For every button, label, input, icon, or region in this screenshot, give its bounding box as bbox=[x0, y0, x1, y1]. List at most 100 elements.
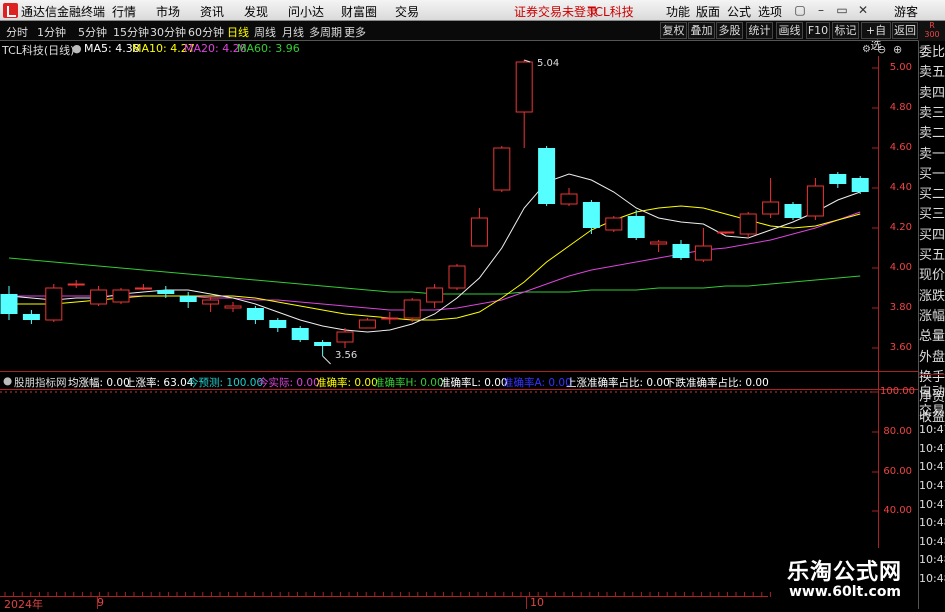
side-bottom-label[interactable]: 10:47 bbox=[919, 439, 945, 459]
candle-body bbox=[851, 178, 869, 192]
ind-y-tick: 80.00 bbox=[883, 426, 912, 437]
ind-label: 准确率L: bbox=[440, 377, 481, 389]
candle-body bbox=[739, 213, 757, 235]
side-bottom-label[interactable]: 10:47 bbox=[919, 495, 945, 515]
y-tick: 4.80 bbox=[889, 102, 912, 113]
side-label[interactable]: 买五 bbox=[919, 246, 945, 266]
ind-y-tick: 100.00 bbox=[880, 386, 915, 397]
candle-body bbox=[650, 241, 668, 245]
date-label: 2024年 bbox=[4, 598, 43, 611]
side-label[interactable]: 总量 bbox=[919, 327, 945, 347]
side-label[interactable]: 现价 bbox=[919, 266, 945, 286]
ind-label: 准确率A: bbox=[503, 377, 546, 389]
watermark-title: 乐淘公式网 bbox=[787, 560, 903, 585]
side-label[interactable]: 涨幅 bbox=[919, 307, 945, 327]
candle-body bbox=[582, 202, 600, 228]
side-bottom-label[interactable]: 10:48 bbox=[919, 569, 945, 589]
low-pointer bbox=[322, 355, 331, 365]
y-tick: 4.00 bbox=[889, 262, 912, 273]
ind-actual: 今实际: 0.00 bbox=[258, 375, 320, 390]
side-label[interactable]: 卖二 bbox=[919, 124, 945, 144]
candle-body bbox=[829, 174, 847, 184]
ind-accuracy-a: 准确率A: 0.00 bbox=[503, 375, 572, 390]
candle-body bbox=[45, 287, 63, 321]
ind-accuracy: 准确率: 0.00 bbox=[316, 375, 378, 390]
corner-r: R bbox=[929, 21, 935, 30]
side-bottom-label[interactable]: 10:48 bbox=[919, 513, 945, 533]
ind-label: 均涨幅: bbox=[68, 377, 104, 389]
candle-body bbox=[515, 61, 533, 113]
kline-chart[interactable] bbox=[0, 0, 918, 609]
side-label[interactable]: 买一 bbox=[919, 165, 945, 185]
candle-body bbox=[470, 217, 488, 247]
ind-label: 今预测: bbox=[188, 377, 224, 389]
ind-label: 下跌准确率占比: bbox=[665, 377, 743, 389]
quote-side-panel: 委比 卖五 卖四 卖三 卖二 卖一 买一 买二 买三 买四 买五 现价 涨跌 涨幅 总量 外盘 换手 净资 收益 自动… bbox=[918, 41, 945, 609]
candle-body bbox=[291, 328, 309, 340]
y-tick: 4.60 bbox=[889, 142, 912, 153]
ind-up-rate: 上涨率: 63.04 bbox=[125, 375, 193, 390]
candle-body bbox=[157, 290, 175, 294]
ma5-line bbox=[8, 173, 861, 333]
side-bottom-label[interactable]: 自动 bbox=[919, 383, 945, 403]
side-bottom-label[interactable]: 10:48 bbox=[919, 532, 945, 552]
y-tick: 3.80 bbox=[889, 302, 912, 313]
ind-label: 准确率: bbox=[316, 377, 352, 389]
ind-expand-icon[interactable]: ● bbox=[3, 375, 12, 387]
indicator-name[interactable]: 股朋指标网 bbox=[14, 375, 67, 390]
corner-badge: R 300 bbox=[919, 21, 945, 41]
side-label[interactable]: 卖一 bbox=[919, 145, 945, 165]
candle-body bbox=[67, 283, 85, 286]
side-bottom-label[interactable]: 10:47 bbox=[919, 457, 945, 477]
candle-body bbox=[336, 331, 354, 343]
candle-body bbox=[202, 299, 220, 305]
side-label[interactable]: 委比 bbox=[919, 43, 945, 63]
candle-body bbox=[627, 216, 645, 238]
date-label: 9 bbox=[97, 596, 104, 609]
candle-body bbox=[605, 217, 623, 231]
candle-body bbox=[806, 185, 824, 217]
candle-body bbox=[0, 294, 18, 314]
candle-body bbox=[694, 245, 712, 261]
side-bottom-label[interactable]: 10:47 bbox=[919, 420, 945, 440]
side-label[interactable]: 卖五 bbox=[919, 63, 945, 83]
candle-body bbox=[493, 147, 511, 191]
candle-body bbox=[314, 342, 332, 346]
side-label[interactable]: 涨跌 bbox=[919, 287, 945, 307]
side-label[interactable]: 买二 bbox=[919, 185, 945, 205]
ind-value: 0.00 bbox=[745, 377, 769, 389]
candle-body bbox=[134, 287, 152, 290]
side-bottom-label[interactable]: 交易 bbox=[919, 402, 945, 422]
candle-body bbox=[269, 320, 287, 328]
candle-body bbox=[538, 148, 556, 204]
side-label[interactable]: 卖四 bbox=[919, 84, 945, 104]
candle-body bbox=[448, 265, 466, 289]
corner-num: 300 bbox=[924, 30, 940, 39]
ind-predict: 今预测: 100.00 bbox=[188, 375, 263, 390]
candle-body bbox=[672, 244, 690, 258]
candle-body bbox=[762, 201, 780, 215]
watermark-url: www.60lt.com bbox=[789, 584, 902, 600]
ind-accuracy-l: 准确率L: 0.00 bbox=[440, 375, 508, 390]
ind-label: 上涨率: bbox=[125, 377, 161, 389]
ind-label: 今实际: bbox=[258, 377, 294, 389]
candle-body bbox=[717, 231, 735, 234]
ind-y-tick: 40.00 bbox=[883, 505, 912, 516]
side-bottom-label[interactable]: 10:48 bbox=[919, 550, 945, 570]
candle-body bbox=[112, 289, 130, 303]
candle-body bbox=[246, 308, 264, 320]
y-tick: 4.40 bbox=[889, 182, 912, 193]
date-label: 10 bbox=[530, 596, 544, 609]
y-tick: 4.20 bbox=[889, 222, 912, 233]
side-label[interactable]: 外盘 bbox=[919, 348, 945, 368]
side-label[interactable]: 买四 bbox=[919, 226, 945, 246]
side-label[interactable]: 卖三 bbox=[919, 104, 945, 124]
side-label[interactable]: 买三 bbox=[919, 205, 945, 225]
candle-body bbox=[358, 319, 376, 329]
low-price-label: 3.56 bbox=[335, 350, 358, 361]
y-tick: 3.60 bbox=[889, 342, 912, 353]
side-bottom-label[interactable]: 10:47 bbox=[919, 476, 945, 496]
candle-body bbox=[560, 193, 578, 205]
candle-body bbox=[179, 296, 197, 302]
candle-body bbox=[22, 314, 40, 320]
